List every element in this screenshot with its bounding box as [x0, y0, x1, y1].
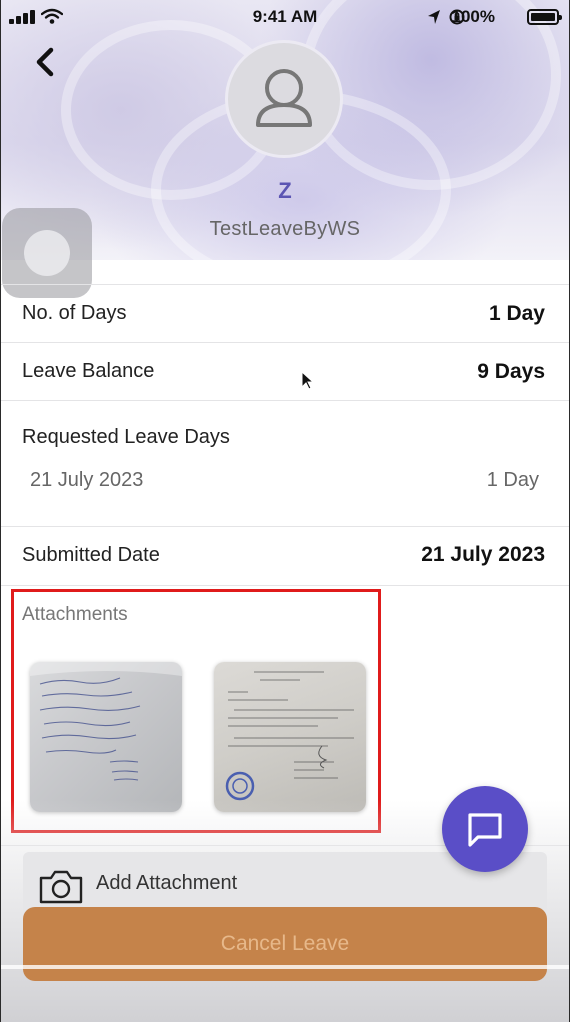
home-indicator — [1, 965, 569, 969]
location-icon — [428, 10, 440, 24]
requested-leave-days-label: Requested Leave Days — [22, 426, 230, 448]
submitted-date-label: Submitted Date — [22, 544, 160, 566]
leave-detail-screen: 9:41 AM 100% Z TestLeaveByWS No. of Days… — [1, 0, 569, 1022]
no-of-days-value: 1 Day — [488, 302, 545, 325]
cancel-leave-button[interactable]: Cancel Leave — [23, 907, 547, 981]
battery-percent: 100% — [451, 7, 495, 26]
attachments-highlight-box — [11, 589, 381, 833]
leave-balance-label: Leave Balance — [22, 360, 155, 382]
submitted-date-value: 21 July 2023 — [421, 543, 545, 566]
add-attachment-label: Add Attachment — [96, 872, 238, 894]
divider — [1, 400, 569, 401]
divider — [1, 526, 569, 527]
battery-icon — [527, 9, 562, 25]
mouse-cursor-icon — [301, 371, 315, 390]
status-bar: 9:41 AM 100% — [1, 0, 569, 36]
camera-icon — [39, 870, 83, 904]
leave-balance-value: 9 Days — [477, 360, 545, 383]
profile-initial: Z — [278, 178, 292, 203]
chat-icon — [468, 813, 502, 847]
user-icon — [256, 69, 312, 127]
chat-button[interactable] — [442, 786, 528, 872]
back-button[interactable] — [27, 38, 67, 86]
divider — [1, 585, 569, 586]
requested-leave-day-count: 1 Day — [486, 469, 539, 491]
divider — [1, 284, 569, 285]
divider — [1, 342, 569, 343]
requested-leave-date: 21 July 2023 — [30, 469, 144, 491]
no-of-days-label: No. of Days — [22, 302, 127, 324]
avatar — [225, 40, 343, 158]
